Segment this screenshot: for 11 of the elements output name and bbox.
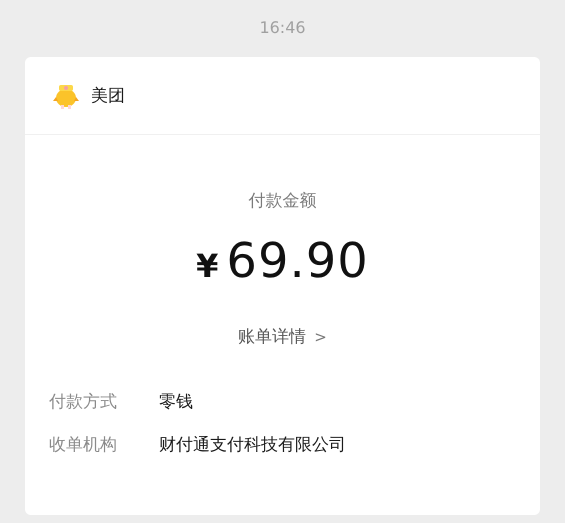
merchant-name: 美团 [91,85,125,107]
field-value: 零钱 [159,391,193,414]
field-label: 付款方式 [49,391,118,414]
field-value: 财付通支付科技有限公司 [159,434,346,457]
currency-symbol: ¥ [196,247,218,285]
field-label: 收单机构 [49,434,118,457]
amount-label: 付款金额 [248,190,316,213]
bill-details-link[interactable]: 账单详情 > [238,325,327,348]
timestamp: 16:46 [259,17,306,39]
mascot-icon [53,82,79,108]
amount-value: 69.90 [226,233,369,289]
